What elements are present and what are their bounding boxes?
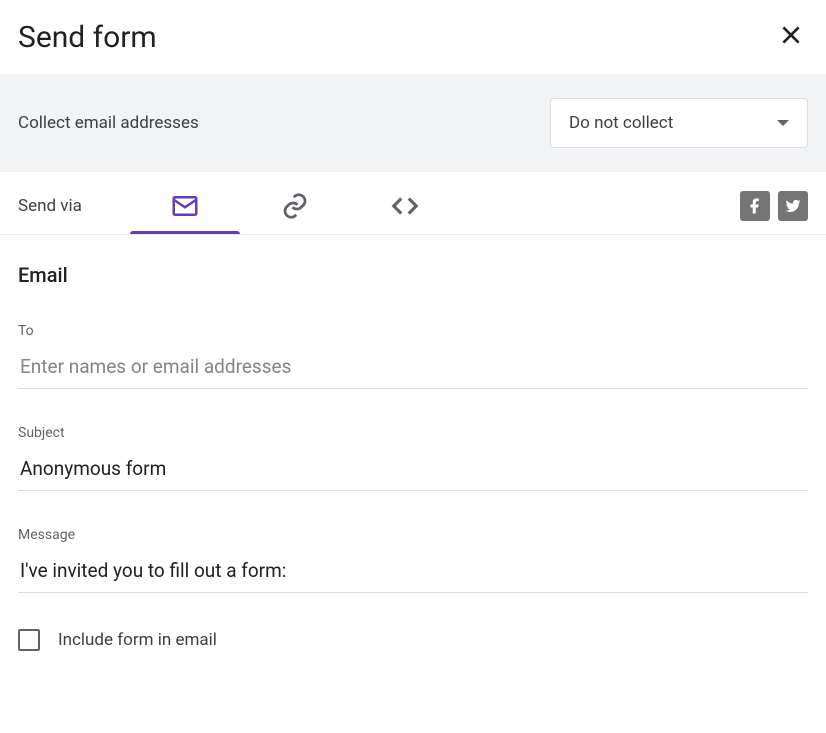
- send-via-section: Send via: [0, 172, 826, 235]
- tab-email[interactable]: [130, 178, 240, 234]
- collect-email-section: Collect email addresses Do not collect: [0, 74, 826, 172]
- include-form-label: Include form in email: [58, 630, 217, 650]
- twitter-share-button[interactable]: [778, 191, 808, 221]
- twitter-icon: [784, 197, 802, 215]
- dropdown-value: Do not collect: [569, 113, 673, 133]
- email-icon: [170, 191, 200, 221]
- subject-input[interactable]: [18, 451, 808, 491]
- email-heading: Email: [18, 263, 808, 287]
- subject-label: Subject: [18, 425, 808, 441]
- email-form-section: Email To Subject Message Include form in…: [0, 235, 826, 669]
- link-icon: [280, 191, 310, 221]
- facebook-icon: [746, 197, 764, 215]
- dialog-title: Send form: [18, 20, 157, 55]
- include-form-checkbox[interactable]: [18, 629, 40, 651]
- include-form-row: Include form in email: [18, 629, 808, 651]
- tab-link[interactable]: [240, 178, 350, 234]
- to-field-group: To: [18, 323, 808, 389]
- chevron-down-icon: [777, 120, 789, 126]
- to-label: To: [18, 323, 808, 339]
- social-share-buttons: [740, 191, 808, 221]
- close-button[interactable]: [774, 18, 808, 56]
- tab-embed[interactable]: [350, 178, 460, 234]
- message-input[interactable]: [18, 553, 808, 593]
- message-field-group: Message: [18, 527, 808, 593]
- send-via-tabs: [130, 178, 740, 234]
- message-label: Message: [18, 527, 808, 543]
- send-via-label: Send via: [18, 196, 82, 216]
- facebook-share-button[interactable]: [740, 191, 770, 221]
- subject-field-group: Subject: [18, 425, 808, 491]
- collect-email-label: Collect email addresses: [18, 113, 199, 133]
- close-icon: [778, 22, 804, 48]
- dialog-header: Send form: [0, 0, 826, 74]
- embed-icon: [390, 191, 420, 221]
- to-input[interactable]: [18, 349, 808, 389]
- collect-email-dropdown[interactable]: Do not collect: [550, 98, 808, 148]
